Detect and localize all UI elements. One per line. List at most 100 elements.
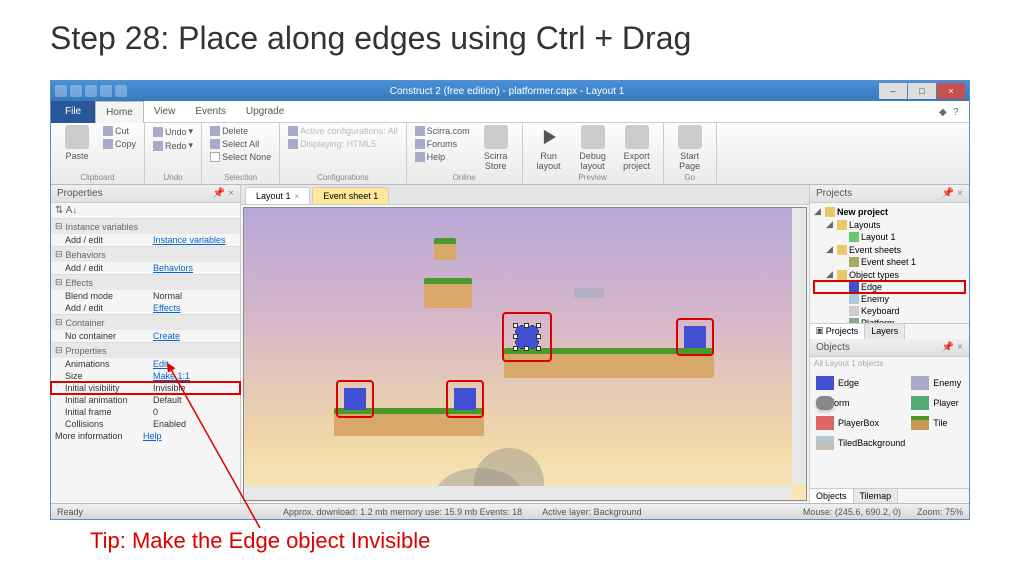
annotation-highlight	[446, 380, 484, 418]
maximize-button[interactable]: □	[908, 83, 936, 99]
initial-frame-value[interactable]: 0	[153, 407, 158, 417]
start-page-button[interactable]: Start Page	[670, 125, 710, 171]
tilemap-tab-btn[interactable]: Tilemap	[854, 489, 899, 503]
edit-animations-link[interactable]: Edit	[153, 359, 169, 369]
prop-sort[interactable]: ⇅ A↓	[51, 203, 240, 218]
event-sheet-tab[interactable]: Event sheet 1	[312, 187, 389, 204]
prop-group-container[interactable]: ⊟ Container	[51, 314, 240, 330]
copy-button[interactable]: Copy	[101, 138, 138, 150]
tree-item-root[interactable]: ◢New project	[814, 205, 965, 218]
select-all-button[interactable]: Select All	[208, 138, 273, 150]
close-button[interactable]: ×	[937, 83, 965, 99]
export-icon	[625, 125, 649, 149]
delete-button[interactable]: Delete	[208, 125, 273, 137]
tree-item-eventsheets[interactable]: ◢Event sheets	[814, 243, 965, 256]
objects-tab-btn[interactable]: Objects	[810, 489, 854, 503]
scrollbar-v[interactable]	[792, 208, 806, 484]
status-approx: Approx. download: 1.2 mb memory use: 15.…	[283, 507, 522, 517]
prop-group-properties[interactable]: ⊟ Properties	[51, 342, 240, 358]
qat-icon[interactable]	[85, 85, 97, 97]
export-project-button[interactable]: Export project	[617, 125, 657, 171]
object-edge[interactable]: Edge	[814, 374, 907, 392]
ribbon: Paste Cut Copy Clipboard Undo ▾ Redo ▾ U…	[51, 123, 969, 185]
pin-icon[interactable]: 📌 ×	[942, 188, 963, 199]
object-playerbox[interactable]: PlayerBox	[814, 414, 907, 432]
tree-item-keyboard[interactable]: Keyboard	[814, 305, 965, 317]
layout-tab[interactable]: Layout 1×	[245, 187, 310, 204]
initial-visibility-value[interactable]: Invisible	[153, 383, 186, 393]
forums-link[interactable]: Forums	[413, 138, 472, 150]
home-icon	[678, 125, 702, 149]
scirra-link[interactable]: Scirra.com	[413, 125, 472, 137]
tree-item-objecttypes[interactable]: ◢Object types	[814, 268, 965, 281]
folder-icon	[825, 207, 835, 217]
help-icon[interactable]: ◆	[939, 107, 949, 117]
file-menu[interactable]: File	[51, 101, 95, 123]
tree-item-layout1[interactable]: Layout 1	[814, 231, 965, 243]
redo-button[interactable]: Redo ▾	[151, 139, 195, 152]
tree-item-edge[interactable]: Edge	[814, 281, 965, 293]
qat-icon[interactable]	[100, 85, 112, 97]
folder-icon	[837, 220, 847, 230]
paste-icon	[65, 125, 89, 149]
behaviors-link[interactable]: Behaviors	[153, 263, 193, 273]
debug-layout-button[interactable]: Debug layout	[573, 125, 613, 171]
tree-item-eventsheet1[interactable]: Event sheet 1	[814, 256, 965, 268]
delete-icon	[210, 126, 220, 136]
prop-key: Size	[65, 371, 153, 381]
tab-view[interactable]: View	[144, 101, 186, 123]
prop-key: Add / edit	[65, 263, 153, 273]
prop-key: Initial frame	[65, 407, 153, 417]
minimize-button[interactable]: –	[879, 83, 907, 99]
status-ready: Ready	[57, 507, 83, 517]
instance-variables-link[interactable]: Instance variables	[153, 235, 226, 245]
object-tiledbackground[interactable]: TiledBackground	[814, 434, 907, 452]
platform-tile[interactable]	[574, 288, 604, 298]
cut-button[interactable]: Cut	[101, 125, 138, 137]
active-config-dropdown[interactable]: Active configurations: All	[286, 125, 400, 137]
play-icon	[537, 125, 561, 149]
projects-tab-btn[interactable]: 🞖 Projects	[810, 324, 865, 339]
make11-link[interactable]: Make 1:1	[153, 371, 190, 381]
prop-group-ivars[interactable]: ⊟ Instance variables	[51, 218, 240, 234]
object-tile[interactable]: Tile	[909, 414, 965, 432]
object-enemy[interactable]: Enemy	[909, 374, 965, 392]
object-player[interactable]: Player	[909, 394, 965, 412]
paste-button[interactable]: Paste	[57, 125, 97, 171]
tab-upgrade[interactable]: Upgrade	[236, 101, 294, 123]
tab-home[interactable]: Home	[95, 101, 144, 123]
effects-link[interactable]: Effects	[153, 303, 180, 313]
tab-events[interactable]: Events	[185, 101, 236, 123]
scrollbar-h[interactable]	[244, 486, 792, 500]
object-platform[interactable]: Platform	[814, 394, 907, 412]
prop-group-effects[interactable]: ⊟ Effects	[51, 274, 240, 290]
prop-group-behaviors[interactable]: ⊟ Behaviors	[51, 246, 240, 262]
create-container-link[interactable]: Create	[153, 331, 180, 341]
pin-icon[interactable]: 📌 ×	[942, 342, 963, 353]
store-icon	[484, 125, 508, 149]
blend-mode-value[interactable]: Normal	[153, 291, 182, 301]
scirra-store-button[interactable]: Scirra Store	[476, 125, 516, 171]
displaying-label: Displaying: HTML5	[286, 138, 400, 150]
layout-viewport[interactable]	[243, 207, 807, 501]
qat-icon[interactable]	[115, 85, 127, 97]
help-link[interactable]: Help	[413, 151, 472, 163]
undo-button[interactable]: Undo ▾	[151, 125, 195, 138]
select-none-button[interactable]: Select None	[208, 151, 273, 163]
platform-tile[interactable]	[424, 278, 472, 308]
run-layout-button[interactable]: Run layout	[529, 125, 569, 171]
tree-item-enemy[interactable]: Enemy	[814, 293, 965, 305]
pin-icon[interactable]: 📌 ×	[213, 188, 234, 199]
close-tab-icon[interactable]: ×	[295, 192, 300, 201]
qat-icon[interactable]	[55, 85, 67, 97]
layers-tab-btn[interactable]: Layers	[865, 324, 905, 339]
ribbon-group-label: Undo	[151, 173, 195, 182]
help-link[interactable]: Help	[143, 431, 162, 441]
platform-tile[interactable]	[434, 238, 456, 260]
layout-icon	[849, 232, 859, 242]
options-icon[interactable]: ?	[953, 107, 963, 117]
qat-icon[interactable]	[70, 85, 82, 97]
initial-animation-value[interactable]: Default	[153, 395, 182, 405]
tree-item-layouts[interactable]: ◢Layouts	[814, 218, 965, 231]
collisions-value[interactable]: Enabled	[153, 419, 186, 429]
